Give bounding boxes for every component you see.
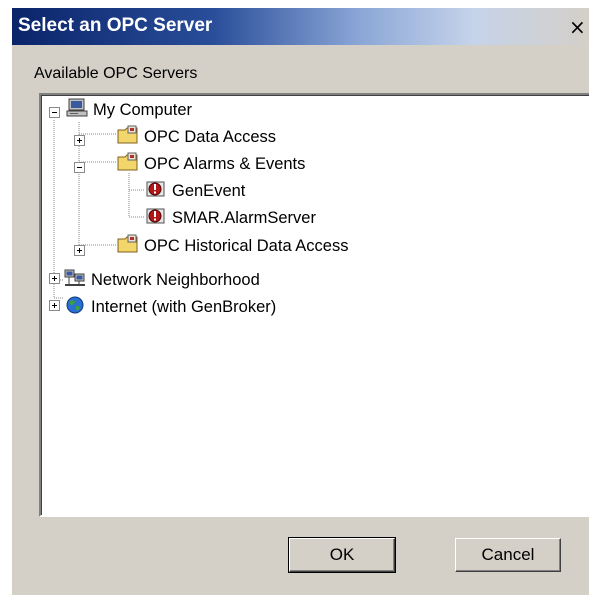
tree-node-label: My Computer (93, 100, 193, 119)
window-title: Select an OPC Server (18, 15, 213, 36)
tree-node-label: SMAR.AlarmServer (172, 208, 316, 227)
tree-node-label: OPC Alarms & Events (144, 154, 306, 173)
server-tree[interactable]: My Computer OPC Data Access OPC Alarms &… (39, 93, 589, 517)
tree-node-label: OPC Data Access (144, 127, 277, 146)
tree-node-label: Internet (with GenBroker) (91, 297, 277, 316)
expand-toggle-internet[interactable] (49, 300, 60, 311)
alarm-server-icon (145, 206, 167, 231)
expand-toggle-opc-data-access[interactable] (74, 135, 85, 146)
computer-icon (66, 98, 88, 123)
dialog-window: Select an OPC Server × Available OPC Ser… (12, 8, 589, 595)
available-servers-label: Available OPC Servers (34, 65, 198, 82)
alarm-server-icon (145, 179, 167, 204)
collapse-toggle-my-computer[interactable] (49, 107, 60, 118)
close-button[interactable]: × (569, 17, 589, 37)
tree-node-opc-alarms-events[interactable]: OPC Alarms & Events (117, 152, 305, 176)
tree-node-my-computer[interactable]: My Computer (66, 98, 192, 122)
cancel-button[interactable]: Cancel (455, 538, 561, 572)
tree-node-genevent[interactable]: GenEvent (145, 179, 245, 203)
collapse-toggle-opc-alarms-events[interactable] (74, 162, 85, 173)
network-icon (64, 268, 86, 293)
expand-toggle-opc-historical[interactable] (74, 245, 85, 256)
tree-node-opc-data-access[interactable]: OPC Data Access (117, 125, 276, 149)
tree-node-label: OPC Historical Data Access (144, 236, 349, 255)
folder-icon (117, 152, 139, 177)
folder-icon (117, 234, 139, 259)
tree-node-label: Network Neighborhood (91, 270, 260, 289)
expand-toggle-network-neighborhood[interactable] (49, 273, 60, 284)
tree-node-network-neighborhood[interactable]: Network Neighborhood (64, 268, 260, 292)
tree-node-smar-alarmserver[interactable]: SMAR.AlarmServer (145, 206, 316, 230)
ok-button[interactable]: OK (288, 537, 396, 573)
tree-node-internet[interactable]: Internet (with GenBroker) (64, 295, 276, 319)
tree-node-label: GenEvent (172, 181, 246, 200)
tree-node-opc-historical[interactable]: OPC Historical Data Access (117, 234, 348, 258)
title-bar[interactable]: Select an OPC Server (12, 8, 589, 45)
folder-icon (117, 125, 139, 150)
globe-icon (64, 295, 86, 320)
